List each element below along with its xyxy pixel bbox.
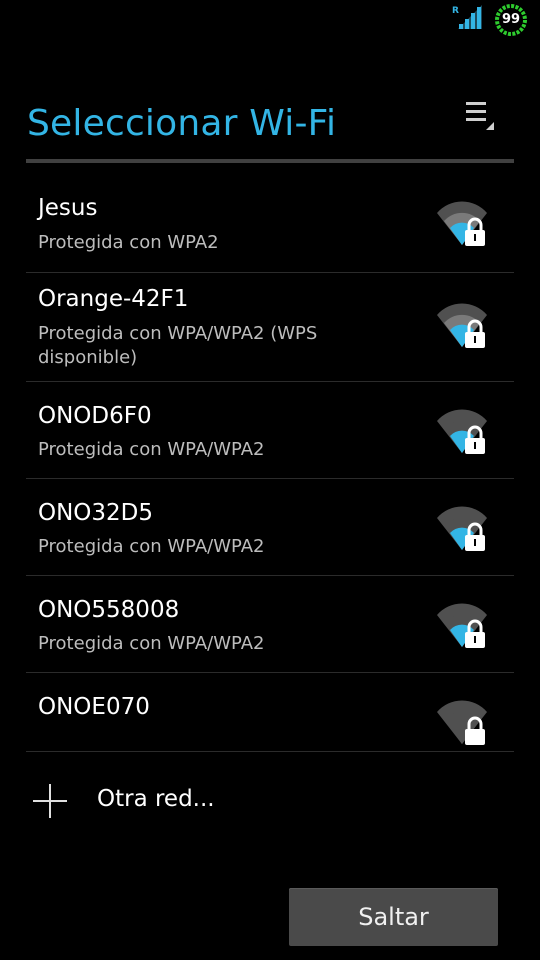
network-ssid: ONO32D5 [38,500,154,526]
wifi-locked-icon [437,700,487,745]
network-ssid: Orange-42F1 [38,286,189,312]
roaming-indicator: R [452,6,459,16]
wifi-network-item[interactable]: ONOD6F0 Protegida con WPA/WPA2 [26,382,514,479]
wifi-locked-icon [437,303,487,348]
add-other-network-item[interactable]: Otra red... [26,760,514,840]
network-ssid: ONOE070 [38,694,150,720]
network-security: Protegida con WPA/WPA2 [38,439,265,460]
wifi-network-item[interactable]: ONO32D5 Protegida con WPA/WPA2 [26,479,514,576]
wifi-locked-icon [437,409,487,454]
other-network-label: Otra red... [97,786,215,812]
network-ssid: ONO558008 [38,597,180,623]
network-security: Protegida con WPA/WPA2 [38,536,265,557]
wifi-network-item[interactable]: Jesus Protegida con WPA2 [26,163,514,273]
plus-icon [33,784,67,818]
signal-icon: R [452,5,482,29]
wifi-locked-icon [437,506,487,551]
network-security: Protegida con WPA/WPA2 [38,633,265,654]
skip-button[interactable]: Saltar [289,888,498,946]
page-title: Seleccionar Wi-Fi [27,103,337,144]
network-security: Protegida con WPA2 [38,232,219,253]
network-ssid: Jesus [38,195,98,221]
list-divider [26,751,514,752]
wifi-locked-icon [437,201,487,246]
wifi-network-item[interactable]: ONOE070 [26,673,514,752]
overflow-menu-icon[interactable] [456,90,504,138]
network-ssid: ONOD6F0 [38,403,152,429]
wifi-network-list[interactable]: Jesus Protegida con WPA2 Orange-42F1 Pro… [26,163,514,752]
wifi-locked-icon [437,603,487,648]
battery-level: 99 [501,12,521,27]
wifi-network-item[interactable]: ONO558008 Protegida con WPA/WPA2 [26,576,514,673]
network-security: Protegida con WPA/WPA2 (WPS disponible) [38,323,318,368]
status-bar: R 99 [0,0,540,38]
wifi-network-item[interactable]: Orange-42F1 Protegida con WPA/WPA2 (WPS … [26,273,514,382]
